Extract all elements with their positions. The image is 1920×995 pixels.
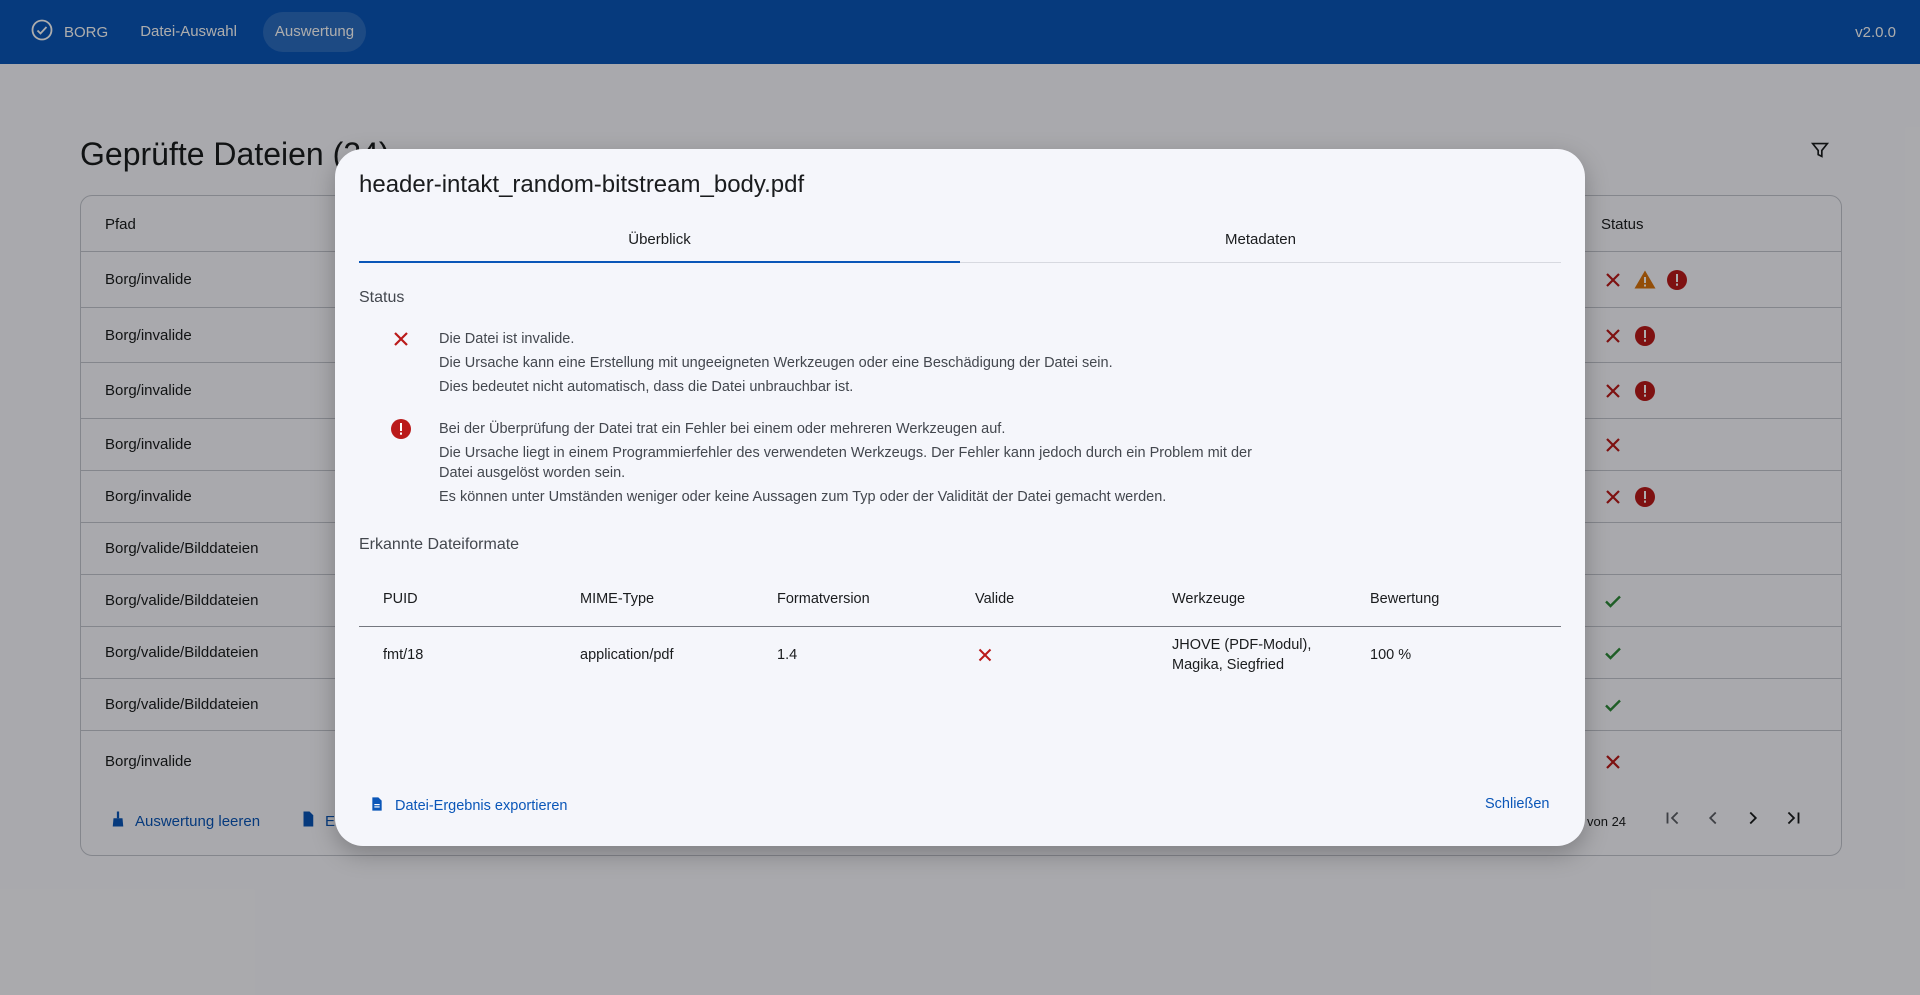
column-header-werkzeuge: Werkzeuge xyxy=(1172,591,1246,607)
column-header-mime: MIME-Type xyxy=(580,591,655,607)
status-line: Dies bedeutet nicht automatisch, dass di… xyxy=(439,379,854,395)
status-message: Die Datei ist invalide. Die Ursache kann … xyxy=(439,329,1259,401)
file-icon xyxy=(369,796,385,816)
table-row: fmt/18 application/pdf 1.4 JHOVE (PDF-Mo… xyxy=(359,627,1561,683)
cell-mime: application/pdf xyxy=(580,647,674,663)
status-line: Es können unter Umständen weniger oder k… xyxy=(439,489,1167,505)
status-line: Die Ursache liegt in einem Programmierfe… xyxy=(439,445,1252,481)
status-line: Die Datei ist invalide. xyxy=(439,331,575,347)
formats-table: PUID MIME-Type Formatversion Valide Werk… xyxy=(359,571,1561,683)
invalid-x-icon xyxy=(974,644,996,670)
status-message: Bei der Überprüfung der Datei trat ein F… xyxy=(439,419,1259,511)
formats-heading: Erkannte Dateiformate xyxy=(359,536,520,553)
error-circle-icon xyxy=(389,417,413,441)
file-detail-dialog: header-intakt_random-bitstream_body.pdf … xyxy=(335,149,1585,846)
column-header-formatversion: Formatversion xyxy=(777,591,870,607)
tab-metadaten[interactable]: Metadaten xyxy=(960,221,1561,262)
cell-formatversion: 1.4 xyxy=(777,647,798,663)
close-button[interactable]: Schließen xyxy=(1485,796,1549,812)
status-heading: Status xyxy=(359,289,405,306)
status-line: Die Ursache kann eine Erstellung mit ung… xyxy=(439,355,1113,371)
dialog-title: header-intakt_random-bitstream_body.pdf xyxy=(359,171,805,198)
formats-table-header: PUID MIME-Type Formatversion Valide Werk… xyxy=(359,571,1561,627)
tab-ueberblick[interactable]: Überblick xyxy=(359,221,960,263)
column-header-puid: PUID xyxy=(383,591,418,607)
cell-werkzeuge: JHOVE (PDF-Modul), Magika, Siegfried xyxy=(1172,637,1312,673)
cell-bewertung: 100 % xyxy=(1370,647,1412,663)
column-header-valide: Valide xyxy=(975,591,1015,607)
column-header-bewertung: Bewertung xyxy=(1370,591,1440,607)
export-file-result-button[interactable]: Datei-Ergebnis exportieren xyxy=(369,796,567,816)
dialog-tabs: Überblick Metadaten xyxy=(359,221,1561,263)
invalid-x-icon xyxy=(389,327,413,351)
status-line: Bei der Überprüfung der Datei trat ein F… xyxy=(439,421,1006,437)
export-file-result-label: Datei-Ergebnis exportieren xyxy=(395,798,568,814)
cell-puid: fmt/18 xyxy=(383,647,424,663)
